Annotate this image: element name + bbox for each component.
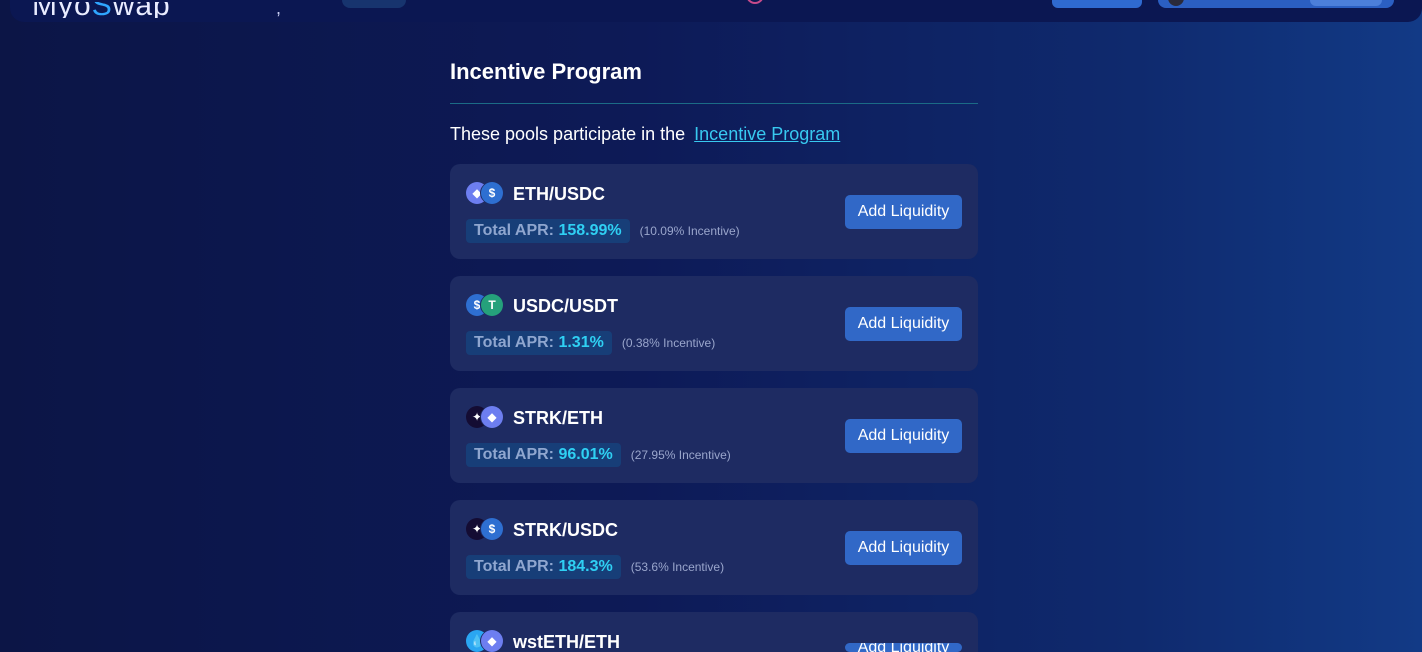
apr-label: Total APR:	[474, 446, 554, 463]
apr-value: 158.99%	[558, 222, 622, 239]
pool-card-usdc-usdt: $ T USDC/USDT Total APR: 1.31% (0.38% In…	[450, 276, 978, 371]
apr-row: Total APR: 1.31% (0.38% Incentive)	[466, 331, 715, 355]
add-liquidity-button[interactable]: Add Liquidity	[845, 531, 962, 565]
apr-badge: Total APR: 96.01%	[466, 443, 621, 467]
pool-card-strk-eth: ✦ ◆ STRK/ETH Total APR: 96.01% (27.95% I…	[450, 388, 978, 483]
apr-row: Total APR: 184.3% (53.6% Incentive)	[466, 555, 724, 579]
apr-label: Total APR:	[474, 222, 554, 239]
add-liquidity-button[interactable]: Add Liquidity	[845, 307, 962, 341]
pool-name: ETH/USDC	[513, 184, 606, 204]
incentive-apr: (27.95% Incentive)	[630, 448, 731, 462]
pool-name: USDC/USDT	[513, 296, 619, 316]
apr-value: 96.01%	[558, 446, 613, 463]
nav-separator: ,	[276, 0, 282, 18]
pool-name: STRK/ETH	[513, 408, 603, 428]
intro-text: These pools participate in the Incentive…	[450, 123, 978, 145]
pool-card-wsteth-eth: 💧 ◆ wstETH/ETH Add Liquidity	[450, 612, 978, 652]
apr-row: Total APR: 158.99% (10.09% Incentive)	[466, 219, 740, 243]
pool-card-strk-usdc: ✦ $ STRK/USDC Total APR: 184.3% (53.6% I…	[450, 500, 978, 595]
wallet-button[interactable]	[1158, 0, 1394, 8]
token-pair-icons: ✦ $	[466, 518, 504, 540]
add-liquidity-button[interactable]: Add Liquidity	[845, 195, 962, 229]
usdt-icon: T	[481, 294, 503, 316]
app-logo[interactable]: MyoSwap	[32, 2, 171, 18]
add-liquidity-button[interactable]: Add Liquidity	[845, 643, 962, 652]
token-pair-icons: ◆ $	[466, 182, 504, 204]
wallet-avatar	[1168, 0, 1184, 6]
token-pair-icons: 💧 ◆	[466, 630, 504, 652]
header-action-button[interactable]	[1052, 0, 1142, 8]
apr-value: 1.31%	[558, 334, 604, 351]
incentive-program-section: Incentive Program These pools participat…	[450, 56, 978, 145]
incentive-program-link[interactable]: Incentive Program	[694, 124, 840, 144]
apr-badge: Total APR: 184.3%	[466, 555, 621, 579]
usdc-icon: $	[481, 182, 503, 204]
token-pair-icons: $ T	[466, 294, 504, 316]
incentive-apr: (10.09% Incentive)	[639, 224, 740, 238]
eth-icon: ◆	[481, 630, 503, 652]
apr-label: Total APR:	[474, 334, 554, 351]
apr-row: Total APR: 96.01% (27.95% Incentive)	[466, 443, 731, 467]
page-title: Incentive Program	[450, 59, 642, 84]
nav-active-pill[interactable]	[342, 0, 406, 8]
pool-card-eth-usdc: ◆ $ ETH/USDC Total APR: 158.99% (10.09% …	[450, 164, 978, 259]
apr-value: 184.3%	[558, 558, 613, 575]
apr-badge: Total APR: 158.99%	[466, 219, 630, 243]
token-pair-icons: ✦ ◆	[466, 406, 504, 428]
usdc-icon: $	[481, 518, 503, 540]
add-liquidity-button[interactable]: Add Liquidity	[845, 419, 962, 453]
incentive-apr: (53.6% Incentive)	[630, 560, 725, 574]
apr-badge: Total APR: 1.31%	[466, 331, 612, 355]
incentive-apr: (0.38% Incentive)	[621, 336, 716, 350]
pool-name: STRK/USDC	[513, 520, 619, 540]
wallet-balance-pill	[1310, 0, 1382, 6]
intro-label: These pools participate in the	[450, 124, 686, 144]
title-divider	[450, 103, 978, 104]
pool-name: wstETH/ETH	[513, 632, 621, 652]
apr-label: Total APR:	[474, 558, 554, 575]
eth-icon: ◆	[481, 406, 503, 428]
